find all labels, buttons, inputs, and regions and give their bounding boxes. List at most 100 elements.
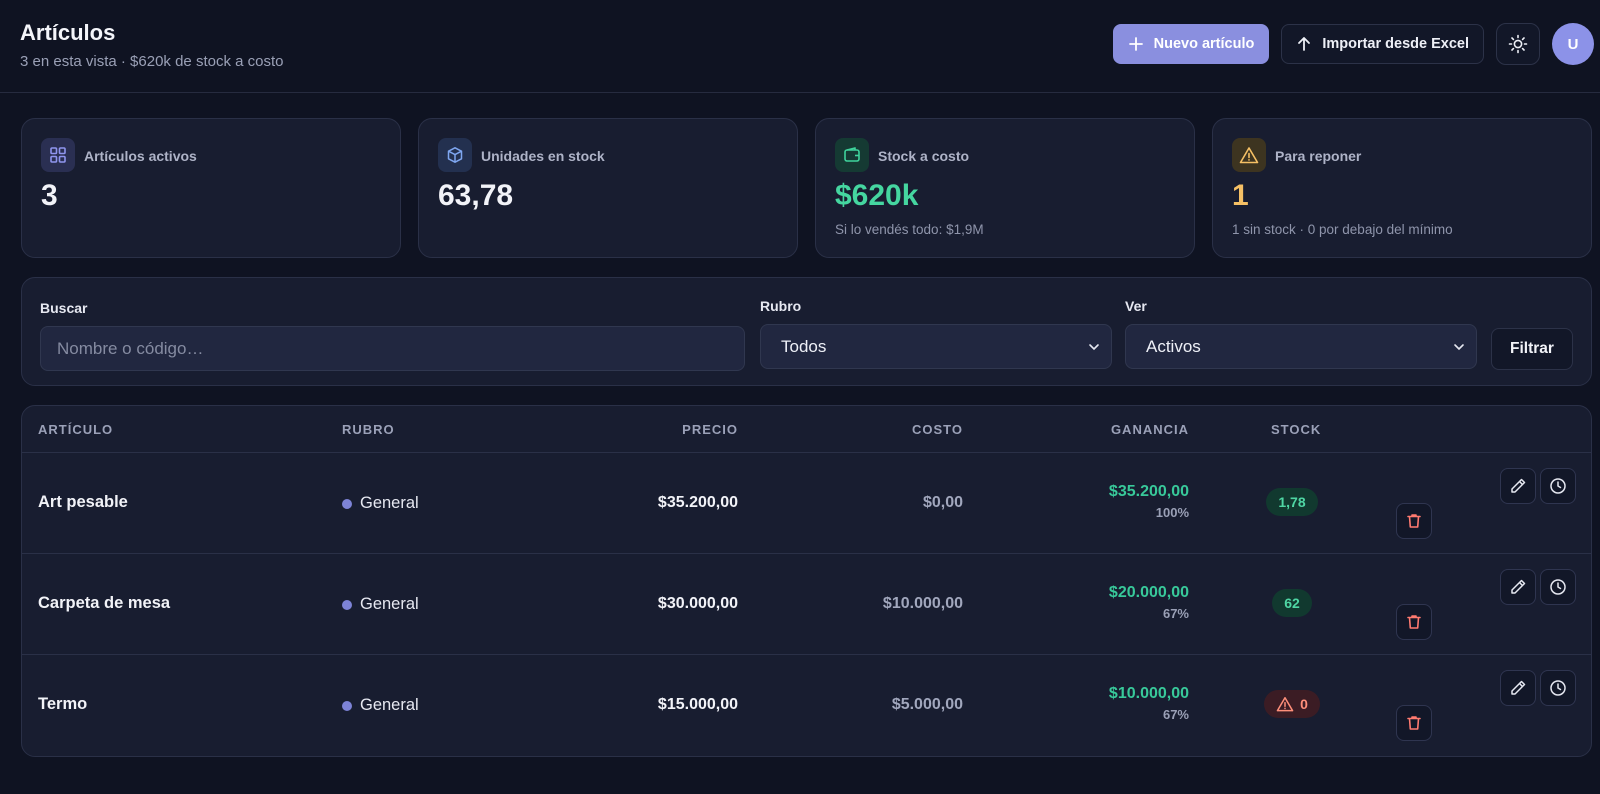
rubro-dot (342, 599, 352, 610)
rubro-name: General (360, 595, 419, 613)
rubro-cell: General (342, 696, 419, 715)
cost-cell: $10.000,00 (882, 595, 963, 612)
stat-label: Unidades en stock (481, 148, 605, 164)
new-article-button[interactable]: Nuevo artículo (1112, 24, 1270, 64)
import-excel-label: Importar desde Excel (1322, 36, 1469, 52)
stock-cell: 0 (1251, 690, 1333, 718)
table-row[interactable]: Art pesable General $35.200,00 $0,00 $35… (22, 453, 1591, 554)
profit-value: $35.200,00 (1108, 483, 1189, 500)
column-header-costo[interactable]: COSTO (912, 422, 963, 437)
trash-icon (1407, 615, 1421, 629)
stat-value: 1 (1232, 179, 1249, 212)
filters-panel: Buscar Nombre o código… Rubro Todos Ver … (21, 277, 1592, 386)
plus-icon (1128, 37, 1143, 51)
search-input[interactable]: Nombre o código… (40, 326, 745, 371)
warning-icon (1276, 697, 1294, 712)
stat-note: 1 sin stock · 0 por debajo del mínimo (1232, 222, 1453, 237)
warning-icon (1232, 138, 1266, 172)
stat-value: 3 (41, 179, 58, 212)
pencil-icon (1511, 478, 1526, 493)
profit-value: $10.000,00 (1108, 685, 1189, 702)
article-name[interactable]: Termo (38, 695, 87, 714)
page-title: Artículos (20, 20, 116, 45)
delete-button[interactable] (1396, 503, 1432, 539)
profit-value: $20.000,00 (1108, 584, 1189, 601)
column-header-stock[interactable]: STOCK (1271, 422, 1321, 437)
history-button[interactable] (1540, 569, 1576, 605)
rubro-name: General (360, 696, 419, 714)
filter-button[interactable]: Filtrar (1491, 328, 1573, 370)
trash-icon (1407, 716, 1421, 730)
articles-table: ARTÍCULO RUBRO PRECIO COSTO GANANCIA STO… (21, 405, 1592, 757)
stat-card-active-articles: Artículos activos 3 (21, 118, 401, 258)
stock-value: 1,78 (1278, 494, 1306, 510)
rubro-select[interactable]: Todos (760, 324, 1112, 369)
stat-label: Artículos activos (84, 148, 197, 164)
rubro-cell: General (342, 494, 419, 513)
column-header-ganancia[interactable]: GANANCIA (1111, 422, 1189, 437)
rubro-dot (342, 700, 352, 711)
stock-badge: 62 (1272, 589, 1312, 617)
edit-button[interactable] (1500, 468, 1536, 504)
clock-icon (1550, 579, 1566, 595)
delete-button[interactable] (1396, 705, 1432, 741)
avatar[interactable]: U (1552, 23, 1594, 65)
new-article-label: Nuevo artículo (1153, 36, 1255, 52)
profit-cell: $20.000,00 67% (1109, 584, 1189, 621)
arrow-up-icon (1298, 37, 1311, 51)
table-row[interactable]: Carpeta de mesa General $30.000,00 $10.0… (22, 554, 1591, 655)
rubro-cell: General (342, 595, 419, 614)
stat-note: Si lo vendés todo: $1,9M (835, 222, 984, 237)
stat-value: 63,78 (438, 179, 514, 212)
price-cell: $15.000,00 (657, 696, 738, 713)
history-button[interactable] (1540, 468, 1576, 504)
pencil-icon (1511, 579, 1526, 594)
rubro-name: General (360, 494, 419, 512)
rubro-select-value: Todos (781, 336, 827, 356)
column-header-rubro[interactable]: RUBRO (342, 422, 395, 437)
edit-button[interactable] (1500, 670, 1536, 706)
stat-card-to-restock: Para reponer 1 1 sin stock · 0 por debaj… (1212, 118, 1592, 258)
ver-label: Ver (1125, 298, 1147, 314)
stock-cell: 1,78 (1251, 488, 1333, 516)
column-header-precio[interactable]: PRECIO (682, 422, 738, 437)
column-header-articulo[interactable]: ARTÍCULO (38, 422, 113, 437)
import-excel-button[interactable]: Importar desde Excel (1281, 24, 1484, 64)
stat-label: Stock a costo (878, 148, 970, 164)
delete-button[interactable] (1396, 604, 1432, 640)
stock-value: 62 (1284, 595, 1300, 611)
stat-card-units-in-stock: Unidades en stock 63,78 (418, 118, 798, 258)
cost-cell: $0,00 (922, 494, 963, 511)
profit-percent: 67% (1162, 707, 1189, 722)
rubro-dot (342, 498, 352, 509)
ver-select[interactable]: Activos (1125, 324, 1477, 369)
profit-cell: $10.000,00 67% (1109, 685, 1189, 722)
price-cell: $30.000,00 (657, 595, 738, 612)
clock-icon (1550, 680, 1566, 696)
page-header: Artículos 3 en esta vista · $620k de sto… (0, 0, 1600, 93)
theme-toggle-button[interactable] (1496, 23, 1540, 65)
pencil-icon (1511, 680, 1526, 695)
ver-select-value: Activos (1146, 336, 1201, 356)
profit-cell: $35.200,00 100% (1109, 483, 1189, 520)
grid-icon (41, 138, 75, 172)
stock-badge: 0 (1264, 690, 1320, 718)
cost-cell: $5.000,00 (891, 696, 963, 713)
edit-button[interactable] (1500, 569, 1536, 605)
table-header: ARTÍCULO RUBRO PRECIO COSTO GANANCIA STO… (22, 406, 1591, 453)
stock-value: 0 (1300, 696, 1308, 712)
article-name[interactable]: Art pesable (38, 493, 128, 512)
trash-icon (1407, 514, 1421, 528)
profit-percent: 100% (1155, 505, 1189, 520)
profit-percent: 67% (1162, 606, 1189, 621)
stock-cell: 62 (1251, 589, 1333, 617)
header-actions: Nuevo artículo Importar desde Excel U (1112, 23, 1594, 65)
history-button[interactable] (1540, 670, 1576, 706)
article-name[interactable]: Carpeta de mesa (38, 594, 170, 613)
table-row[interactable]: Termo General $15.000,00 $5.000,00 $10.0… (22, 655, 1591, 756)
clock-icon (1550, 478, 1566, 494)
price-cell: $35.200,00 (657, 494, 738, 511)
sun-icon (1508, 34, 1528, 54)
chevron-down-icon (1089, 344, 1099, 351)
wallet-icon (835, 138, 869, 172)
